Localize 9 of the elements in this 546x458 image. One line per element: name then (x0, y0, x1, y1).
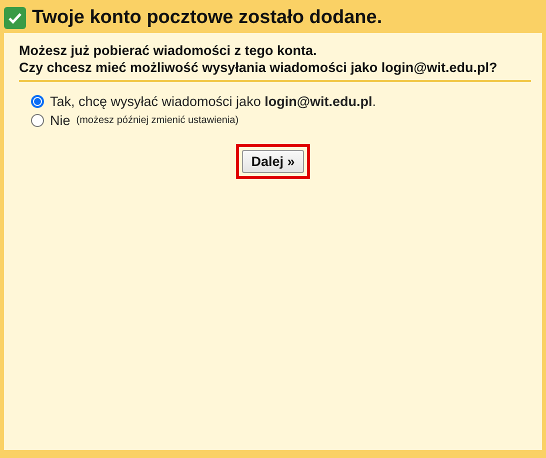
option-note: (możesz później zmienić ustawienia) (76, 115, 239, 126)
radio-button[interactable] (31, 95, 44, 108)
message-text: Możesz już pobierać wiadomości z tego konta. (19, 42, 318, 59)
message-text: Czy chcesz mieć możliwość wysyłania wiadomości jako login@wit.edu.pl? (19, 59, 498, 76)
radio-button[interactable] (31, 114, 44, 127)
option-label[interactable]: Nie (50, 113, 70, 128)
next-button[interactable]: Dalej » (242, 150, 304, 173)
option-label[interactable]: Tak, chcę wysyłać wiadomości jako login@wit.edu.pl. (50, 94, 376, 109)
dialog-title: Twoje konto pocztowe zostało dodane. (32, 7, 382, 29)
